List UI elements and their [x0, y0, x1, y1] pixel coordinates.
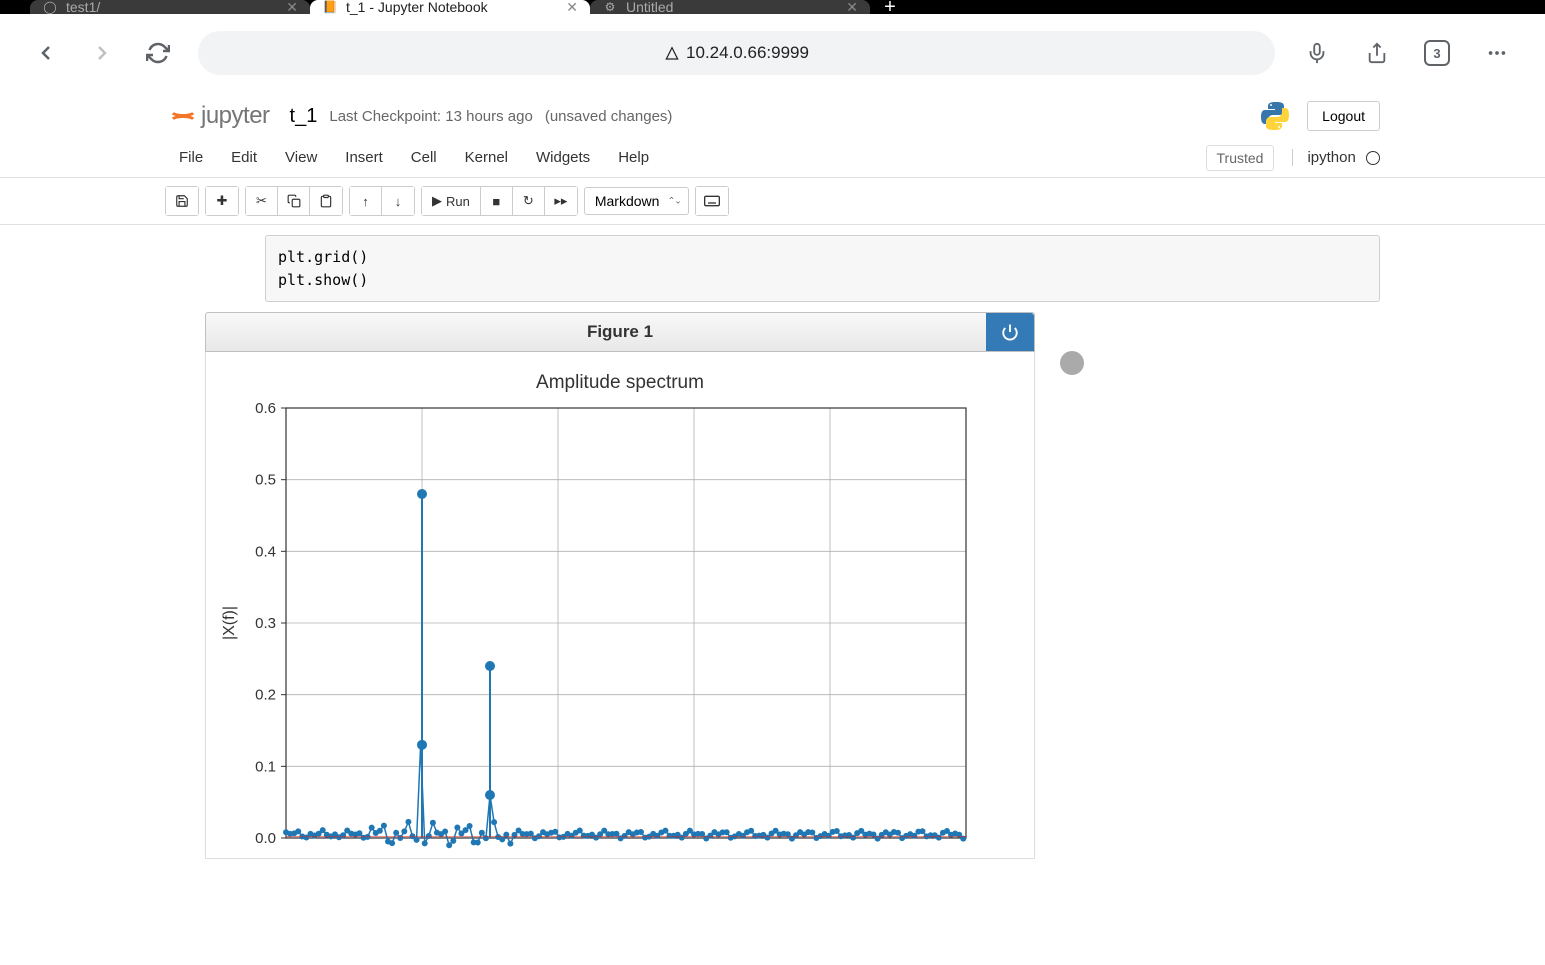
- forward-button[interactable]: [86, 37, 118, 69]
- menu-kernel[interactable]: Kernel: [451, 141, 522, 174]
- back-button[interactable]: [30, 37, 62, 69]
- jupyter-logo-text: jupyter: [201, 102, 270, 130]
- kernel-idle-icon: [1366, 151, 1380, 165]
- jupyter-header: jupyter t_1 Last Checkpoint: 13 hours ag…: [0, 92, 1545, 132]
- tab-title: test1/: [66, 0, 100, 15]
- code-input[interactable]: plt.grid() plt.show(): [265, 235, 1380, 302]
- close-icon[interactable]: ✕: [846, 0, 858, 16]
- url-text: 10.24.0.66:9999: [686, 43, 809, 63]
- save-button[interactable]: [166, 187, 198, 215]
- browser-tab-1[interactable]: ◯ test1/ ✕: [30, 0, 310, 14]
- tab-title: Untitled: [626, 0, 673, 15]
- menu-cell[interactable]: Cell: [397, 141, 451, 174]
- jupyter-favicon: ◯: [42, 0, 58, 15]
- jupyter-logo-icon: [165, 101, 195, 131]
- command-palette-button[interactable]: [696, 187, 728, 215]
- code-cell[interactable]: plt.grid() plt.show(): [165, 235, 1380, 302]
- menu-bar: File Edit View Insert Cell Kernel Widget…: [0, 138, 1545, 178]
- gear-favicon: ⚙: [602, 0, 618, 15]
- menu-view[interactable]: View: [271, 141, 331, 174]
- svg-text:0.2: 0.2: [255, 687, 276, 704]
- svg-text:0.0: 0.0: [255, 830, 276, 847]
- svg-text:0.4: 0.4: [255, 543, 276, 560]
- cut-button[interactable]: ✂: [246, 187, 278, 215]
- browser-tab-3[interactable]: ⚙ Untitled ✕: [590, 0, 870, 14]
- run-button[interactable]: ▶ Run: [422, 187, 481, 215]
- python-logo-icon: [1259, 100, 1291, 132]
- svg-text:0.1: 0.1: [255, 758, 276, 775]
- browser-tab-strip: ◯ test1/ ✕ 📙 t_1 - Jupyter Notebook ✕ ⚙ …: [0, 0, 1545, 14]
- address-bar[interactable]: 10.24.0.66:9999: [198, 31, 1275, 75]
- restart-run-all-button[interactable]: ▸▸: [545, 187, 577, 215]
- close-icon[interactable]: ✕: [566, 0, 578, 16]
- checkpoint-text: Last Checkpoint: 13 hours ago: [329, 108, 532, 125]
- cell-prompt: [165, 235, 265, 302]
- interrupt-button[interactable]: ■: [481, 187, 513, 215]
- figure-body[interactable]: Amplitude spectrum 0.0 0.1 0.2 0.3 0.4 0.5 0.6…: [205, 352, 1035, 859]
- insert-cell-button[interactable]: ✚: [206, 187, 238, 215]
- figure-header: Figure 1: [205, 312, 1035, 352]
- notebook-toolbar: ✚ ✂ ↑ ↓ ▶ Run ■ ↻ ▸▸ Markdown: [0, 178, 1545, 225]
- svg-text:0.3: 0.3: [255, 615, 276, 632]
- trusted-indicator[interactable]: Trusted: [1206, 145, 1275, 171]
- tabs-badge[interactable]: 3: [1419, 35, 1455, 71]
- svg-text:0.5: 0.5: [255, 472, 276, 489]
- restart-button[interactable]: ↻: [513, 187, 545, 215]
- figure-status-dot: [1060, 351, 1084, 375]
- close-icon[interactable]: ✕: [286, 0, 298, 16]
- figure-power-button[interactable]: [986, 313, 1034, 351]
- menu-insert[interactable]: Insert: [331, 141, 397, 174]
- kernel-name[interactable]: ipython: [1292, 149, 1380, 166]
- reload-button[interactable]: [142, 37, 174, 69]
- chart-title: Amplitude spectrum: [216, 372, 1024, 394]
- menu-widgets[interactable]: Widgets: [522, 141, 604, 174]
- more-icon[interactable]: [1479, 35, 1515, 71]
- menu-help[interactable]: Help: [604, 141, 663, 174]
- cell-type-select[interactable]: Markdown: [584, 187, 689, 215]
- copy-button[interactable]: [278, 187, 310, 215]
- chart-plot[interactable]: 0.0 0.1 0.2 0.3 0.4 0.5 0.6 |X(f)|: [216, 398, 996, 858]
- move-up-button[interactable]: ↑: [350, 187, 382, 215]
- menu-edit[interactable]: Edit: [217, 141, 271, 174]
- insecure-icon: [664, 45, 680, 61]
- notebook-name[interactable]: t_1: [290, 105, 318, 128]
- new-tab-button[interactable]: +: [870, 0, 910, 14]
- notebook-area: plt.grid() plt.show() Figure 1 Amplitude…: [0, 225, 1545, 859]
- microphone-icon[interactable]: [1299, 35, 1335, 71]
- menu-file[interactable]: File: [165, 141, 217, 174]
- notebook-favicon: 📙: [322, 0, 338, 15]
- logout-button[interactable]: Logout: [1307, 101, 1380, 131]
- paste-button[interactable]: [310, 187, 342, 215]
- figure-title: Figure 1: [587, 322, 653, 342]
- share-icon[interactable]: [1359, 35, 1395, 71]
- tab-title: t_1 - Jupyter Notebook: [346, 0, 488, 15]
- browser-toolbar: 10.24.0.66:9999 3: [0, 14, 1545, 92]
- jupyter-logo[interactable]: jupyter: [165, 101, 270, 131]
- browser-tab-2-active[interactable]: 📙 t_1 - Jupyter Notebook ✕: [310, 0, 590, 14]
- figure-output: Figure 1 Amplitude spectrum 0.0 0.1 0.2 0.3…: [165, 312, 1380, 859]
- svg-text:|X(f)|: |X(f)|: [221, 606, 238, 640]
- unsaved-text: (unsaved changes): [545, 108, 673, 125]
- move-down-button[interactable]: ↓: [382, 187, 414, 215]
- svg-text:0.6: 0.6: [255, 400, 276, 417]
